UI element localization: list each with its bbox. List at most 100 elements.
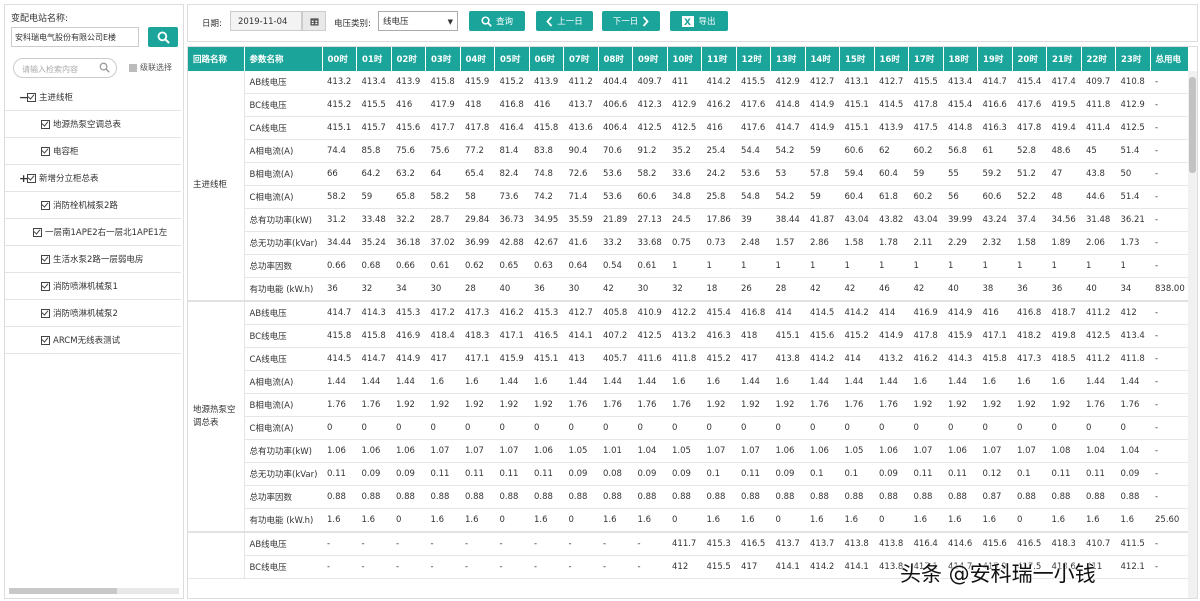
table-cell: 34.95 (529, 208, 564, 232)
table-cell: 1.44 (494, 370, 529, 394)
calendar-button[interactable] (302, 11, 326, 31)
table-cell: - (1150, 254, 1188, 278)
table-cell: 419.4 (1046, 116, 1081, 140)
table-cell: 415.3 (391, 300, 426, 325)
table-cell: 0.88 (1081, 485, 1116, 509)
table-cell: 414.7 (356, 347, 391, 371)
table-cell: 90.4 (563, 139, 598, 163)
checkbox-checked-icon[interactable] (41, 119, 50, 129)
checkbox-checked-icon[interactable] (41, 146, 50, 156)
checkbox-checked-icon[interactable] (41, 254, 50, 264)
parameter-name-cell: B相电流(A) (244, 162, 322, 186)
table-cell: 1.07 (977, 439, 1012, 463)
station-name-input[interactable]: 安科瑞电气股份有限公司E楼 (11, 27, 139, 47)
table-row: A相电流(A) 74.4 85.8 75.6 75.6 77.2 81.4 83.8 90.4 7… (188, 139, 1188, 163)
table-cell: 0 (839, 416, 874, 440)
table-cell: 414 (874, 300, 909, 325)
table-cell: 417.6 (736, 116, 771, 140)
query-button[interactable]: 查询 (469, 11, 525, 31)
checkbox-checked-icon[interactable] (41, 308, 50, 318)
table-cell: 39 (736, 208, 771, 232)
table-cell: 410.8 (1115, 71, 1150, 94)
collapse-icon[interactable]: − (19, 91, 28, 104)
sidebar-horizontal-scrollbar[interactable] (9, 588, 179, 594)
column-header: 13时 (770, 47, 806, 71)
table-cell: 1.04 (1081, 439, 1116, 463)
column-header: 00时 (322, 47, 357, 71)
table-cell: 416 (529, 93, 564, 117)
table-cell: 1.06 (805, 439, 840, 463)
table-row: 总无功功率(kVar) 0.11 0.09 0.09 0.11 0.11 0.11 0.11 0… (188, 462, 1188, 486)
table-cell: 412.2 (667, 300, 702, 325)
table-cell: 1.05 (839, 439, 874, 463)
station-sidebar: 变配电站名称: 安科瑞电气股份有限公司E楼 请输入检索内容 级联选择 − 主进线柜… (4, 4, 184, 599)
table-cell: 0.08 (598, 462, 633, 486)
tree-item[interactable]: 电容柜 (5, 138, 181, 165)
table-cell: - (598, 555, 633, 579)
column-header: 07时 (563, 47, 599, 71)
table-cell: 64 (425, 162, 460, 186)
export-button[interactable]: X 导出 (670, 11, 728, 31)
checkbox-checked-icon[interactable] (41, 281, 50, 291)
table-cell: 415.2 (322, 93, 357, 117)
checkbox-checked-icon[interactable] (33, 227, 42, 237)
table-cell: 34 (391, 277, 426, 302)
table-cell: 1 (667, 254, 702, 278)
voltage-type-select[interactable]: 线电压 ▼ (378, 11, 458, 31)
table-cell: 417.8 (908, 324, 943, 348)
table-cell: 0.09 (356, 462, 391, 486)
table-cell: 42.88 (494, 231, 529, 255)
tree-item[interactable]: − 主进线柜 (5, 84, 181, 111)
column-header: 18时 (943, 47, 978, 71)
tree-search-input[interactable]: 请输入检索内容 (13, 58, 117, 78)
table-cell: 1.89 (1046, 231, 1081, 255)
table-row: 有功电能 (kW.h) 36 32 34 30 28 40 36 30 42 30 32 18 26 28 4… (188, 277, 1188, 302)
column-header: 16时 (874, 47, 909, 71)
table-cell: - (1150, 162, 1188, 186)
table-cell: 411.2 (563, 71, 598, 94)
table-cell: 413.4 (943, 71, 978, 94)
table-cell: 1.76 (356, 393, 391, 417)
table-cell: 1.44 (1081, 370, 1116, 394)
checkbox-checked-icon[interactable] (27, 92, 36, 102)
table-cell: 415.8 (322, 324, 357, 348)
tree-item[interactable]: 消防喷淋机械泵2 (5, 300, 181, 327)
table-cell: 413.8 (874, 531, 909, 556)
date-input[interactable]: 2019-11-04 (230, 11, 302, 31)
query-label: 查询 (495, 17, 513, 27)
tree-item[interactable]: 地源热泵空调总表 (5, 111, 181, 138)
table-cell: 1.6 (1115, 508, 1150, 533)
table-cell: 0.88 (425, 485, 460, 509)
tree-item[interactable]: 生活水泵2路一层弱电房 (5, 246, 181, 273)
tree-item[interactable]: 消防栓机械泵2路 (5, 192, 181, 219)
table-cell: 1.06 (322, 439, 357, 463)
tree-item[interactable]: 消防喷淋机械泵1 (5, 273, 181, 300)
checkbox-checked-icon[interactable] (41, 200, 50, 210)
table-cell: 0.09 (391, 462, 426, 486)
tree-item[interactable]: 一层南1APE2右一层北1APE1左 (5, 219, 181, 246)
table-cell: 1.92 (701, 393, 736, 417)
station-search-button[interactable] (148, 27, 178, 47)
table-cell: 40 (943, 277, 978, 302)
table-cell: 74.2 (529, 185, 564, 209)
checkbox-checked-icon[interactable] (27, 173, 36, 183)
table-cell: 0.09 (1115, 462, 1150, 486)
table-cell: 1.6 (701, 508, 736, 533)
tree-item[interactable]: + 新增分立柜总表 (5, 165, 181, 192)
table-cell: 18 (701, 277, 736, 302)
checkbox-checked-icon[interactable] (41, 335, 50, 345)
table-cell: 83.8 (529, 139, 564, 163)
table-vertical-scrollbar[interactable] (1188, 71, 1197, 598)
table-cell: 17.86 (701, 208, 736, 232)
table-cell: 1.06 (770, 439, 805, 463)
table-cell: 409.7 (632, 71, 667, 94)
next-day-button[interactable]: 下一日 (602, 11, 660, 31)
cascade-select-checkbox[interactable]: 级联选择 (129, 62, 172, 73)
table-cell: 43.24 (977, 208, 1012, 232)
expand-icon[interactable]: + (19, 172, 28, 185)
tree-item[interactable]: ARCM无线表测试 (5, 327, 181, 354)
table-cell: 0.88 (529, 485, 564, 509)
table-cell: 416.4 (908, 531, 943, 556)
table-cell: - (1150, 416, 1188, 440)
previous-day-button[interactable]: 上一日 (536, 11, 593, 31)
